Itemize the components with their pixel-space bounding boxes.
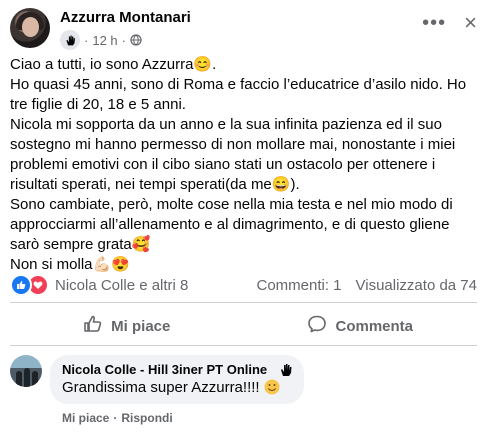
reaction-icons[interactable] bbox=[10, 274, 49, 296]
comment-button-label: Commenta bbox=[335, 317, 413, 335]
meta-separator-2: · bbox=[121, 32, 126, 48]
header-actions: ••• × bbox=[422, 12, 477, 34]
reactions-summary[interactable]: Nicola Colle e altri 8 bbox=[55, 277, 188, 294]
more-options-icon[interactable]: ••• bbox=[422, 13, 446, 33]
wave-hand-icon[interactable] bbox=[278, 362, 294, 383]
post-counts: Commenti: 1 Visualizzato da 74 bbox=[256, 277, 477, 294]
reactions-row: Nicola Colle e altri 8 Commenti: 1 Visua… bbox=[10, 274, 477, 296]
comment-actions: Mi piace · Rispondi bbox=[62, 411, 173, 425]
like-button[interactable]: Mi piace bbox=[10, 312, 244, 340]
close-icon[interactable]: × bbox=[464, 12, 477, 34]
comment-text: Grandissima super Azzurra!!!! bbox=[62, 379, 292, 396]
post-time[interactable]: 12 h bbox=[92, 33, 117, 48]
comment-bubble-icon bbox=[307, 314, 327, 338]
comment-like-link[interactable]: Mi piace bbox=[62, 411, 109, 425]
post-paragraph: Ho quasi 45 anni, sono di Roma e faccio … bbox=[10, 76, 467, 113]
like-button-label: Mi piace bbox=[111, 317, 171, 335]
like-thumb-icon bbox=[83, 314, 103, 338]
post-body: Ciao a tutti, io sono Azzurra😊. Ho quasi… bbox=[10, 55, 480, 275]
post-action-bar: Mi piace Commenta bbox=[10, 312, 477, 340]
post-paragraph: Non si molla💪🏻😍 bbox=[10, 256, 130, 273]
comment-button[interactable]: Commenta bbox=[244, 312, 478, 340]
comment-reply-link[interactable]: Rispondi bbox=[121, 411, 172, 425]
globe-icon bbox=[130, 34, 142, 46]
commenter-name[interactable]: Nicola Colle - Hill 3iner PT Online bbox=[62, 362, 292, 377]
divider-top bbox=[10, 302, 477, 303]
post-meta: · 12 h · bbox=[60, 30, 142, 50]
wave-hand-icon[interactable] bbox=[60, 30, 80, 50]
post-paragraph: Ciao a tutti, io sono Azzurra😊. bbox=[10, 56, 217, 73]
meta-separator: · bbox=[84, 32, 89, 48]
comment-text-content: Grandissima super Azzurra!!!! bbox=[62, 379, 260, 396]
comment-bubble: Nicola Colle - Hill 3iner PT Online Gran… bbox=[50, 355, 304, 404]
comment-actions-separator: · bbox=[113, 411, 118, 425]
comments-count[interactable]: Commenti: 1 bbox=[256, 277, 341, 294]
post-paragraph: Sono cambiate, però, molte cose nella mi… bbox=[10, 196, 453, 253]
post-header: Azzurra Montanari · 12 h · ••• × bbox=[10, 8, 477, 50]
divider-bottom bbox=[10, 345, 477, 346]
like-reaction-icon bbox=[10, 274, 32, 296]
post-author-name[interactable]: Azzurra Montanari bbox=[60, 9, 191, 26]
author-avatar[interactable] bbox=[10, 8, 50, 48]
views-count[interactable]: Visualizzato da 74 bbox=[356, 277, 477, 294]
commenter-avatar[interactable] bbox=[10, 355, 42, 387]
post-paragraph: Nicola mi sopporta da un anno e la sua i… bbox=[10, 116, 456, 193]
